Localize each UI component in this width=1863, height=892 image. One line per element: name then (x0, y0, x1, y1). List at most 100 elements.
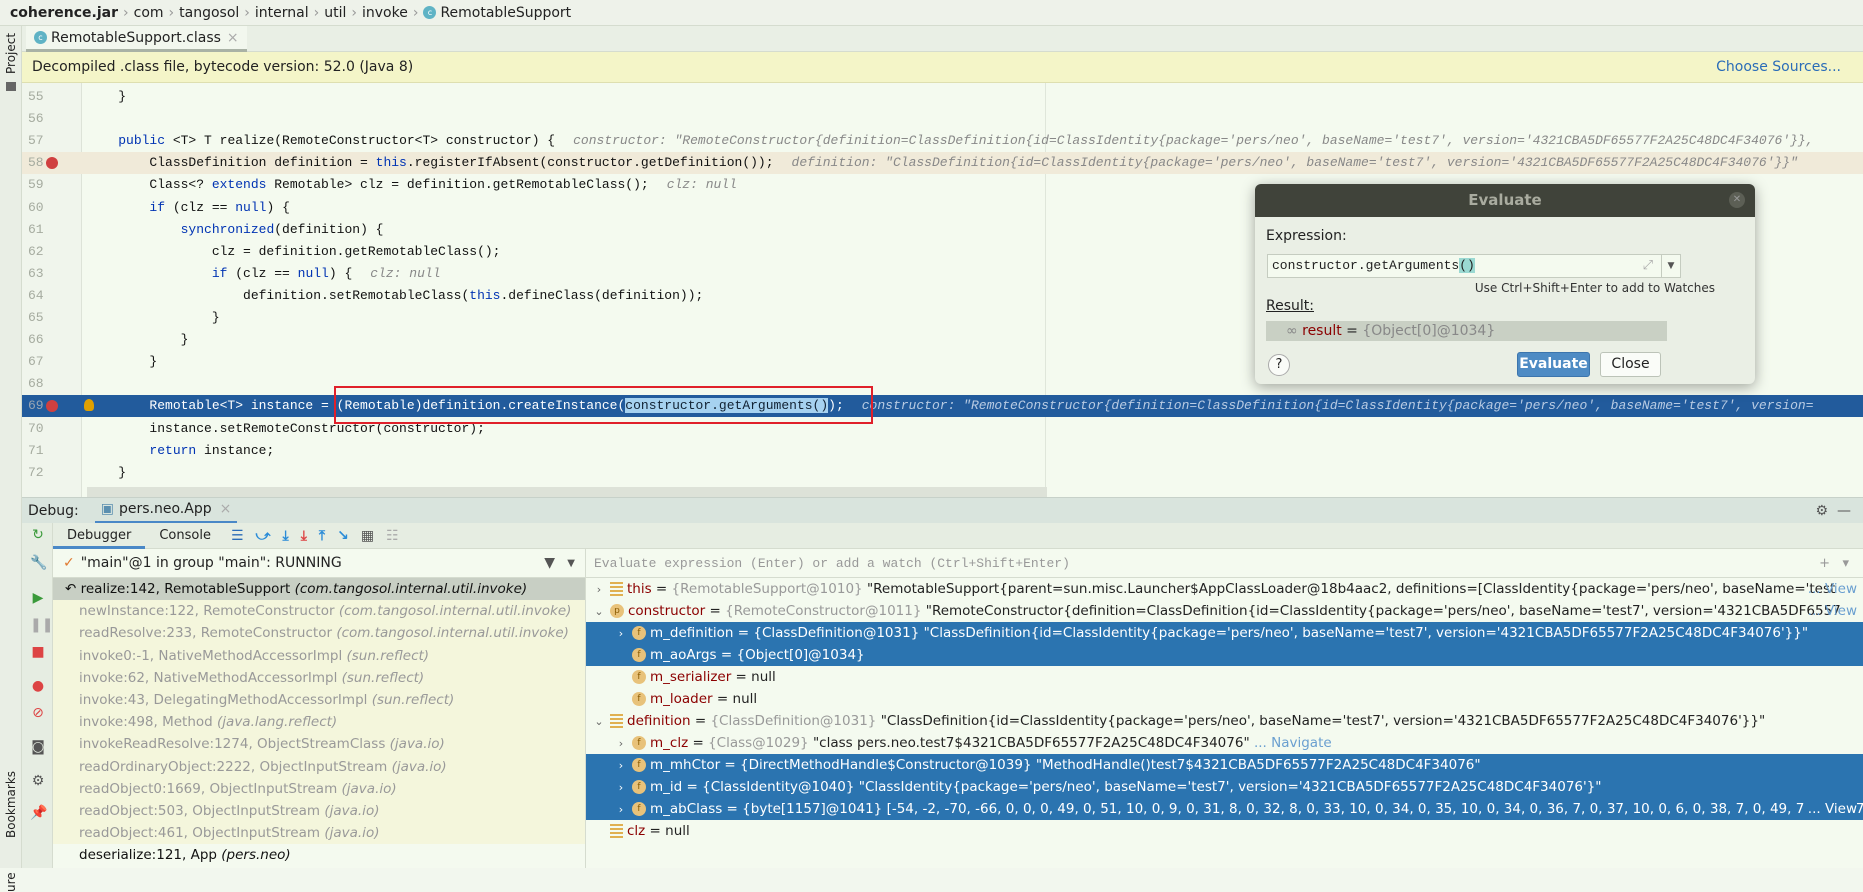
variable-row[interactable]: › this = {RemotableSupport@1010} "Remotab… (586, 578, 1863, 600)
code-line[interactable]: 57 public <T> T realize(RemoteConstructo… (22, 130, 1863, 152)
variable-row[interactable]: f m_serializer = null (586, 666, 1863, 688)
tab-console[interactable]: Console (145, 523, 225, 549)
filter-icon[interactable]: ▼ (544, 555, 555, 571)
stop-icon[interactable]: ■ (30, 644, 46, 660)
variable-row[interactable]: clz = null (586, 820, 1863, 842)
variable-row[interactable]: › f m_mhCtor = {DirectMethodHandle$Constru… (586, 754, 1863, 776)
variable-row[interactable]: ⌄ definition = {ClassDefinition@1031} "Cl… (586, 710, 1863, 732)
variable-row[interactable]: ⌄ p constructor = {RemoteConstructor@1011}… (586, 600, 1863, 622)
code-line[interactable]: 71 return instance; (22, 440, 1863, 462)
variable-row[interactable]: › f m_definition = {ClassDefinition@1031} … (586, 622, 1863, 644)
wrench-icon[interactable]: 🔧 (30, 555, 47, 571)
variable-row[interactable]: › f m_abClass = {byte[1157]@1041} [-54, -2… (586, 798, 1863, 820)
structure-tool-button[interactable]: ure (4, 872, 18, 892)
view-link[interactable]: ... View (1804, 578, 1857, 600)
stack-frame[interactable]: newInstance:122, RemoteConstructor (com.… (53, 600, 585, 623)
chevron-right-icon[interactable]: › (614, 777, 628, 798)
stack-frame[interactable]: invokeReadResolve:1274, ObjectStreamClas… (53, 733, 585, 756)
view-link[interactable]: ... View (1804, 600, 1857, 622)
layout-icon[interactable]: ☰ (231, 528, 244, 544)
trace-icon[interactable]: ☷ (386, 528, 399, 544)
breadcrumb-item[interactable]: invoke (362, 5, 408, 21)
stack-frame[interactable]: readOrdinaryObject:2222, ObjectInputStre… (53, 755, 585, 778)
mute-breakpoints-icon[interactable]: ⊘ (30, 705, 46, 721)
run-to-cursor-icon[interactable]: ↘ (337, 528, 349, 544)
choose-sources-link[interactable]: Choose Sources... (1716, 59, 1841, 75)
breadcrumb-item[interactable]: RemotableSupport (440, 5, 571, 21)
close-button[interactable]: Close (1600, 352, 1661, 377)
breadcrumb-item[interactable]: internal (255, 5, 309, 21)
view-breakpoints-icon[interactable]: ● (30, 678, 46, 694)
breadcrumb-item[interactable]: util (324, 5, 346, 21)
help-button[interactable]: ? (1268, 354, 1290, 376)
evaluate-expression-icon[interactable]: ▦ (361, 528, 374, 544)
history-dropdown[interactable]: ▼ (1662, 254, 1681, 278)
breadcrumb-item[interactable]: coherence.jar (10, 5, 118, 21)
code-line[interactable]: 58 ClassDefinition definition = this.reg… (22, 152, 1863, 175)
watch-input[interactable]: Evaluate expression (Enter) or add a wat… (586, 549, 1863, 578)
stack-frame[interactable]: readObject0:1669, ObjectInputStream (jav… (53, 777, 585, 800)
tab-debugger[interactable]: Debugger (53, 523, 146, 549)
inline-debug-value: clz: null (370, 265, 441, 281)
evaluate-button[interactable]: Evaluate (1517, 352, 1590, 377)
camera-icon[interactable]: ◙ (30, 739, 46, 755)
chevron-down-icon[interactable]: ⌄ (592, 601, 606, 622)
step-over-icon[interactable]: ⤓ (283, 528, 289, 544)
stack-frame[interactable]: readObject:461, ObjectInputStream (java.… (53, 822, 585, 845)
variable-row[interactable]: › f m_clz = {Class@1029} "class pers.neo.t… (586, 732, 1863, 754)
show-execution-point-icon[interactable]: ⤻ (256, 528, 271, 544)
tab-remotablesupport-class[interactable]: c RemotableSupport.class × (26, 26, 247, 52)
breadcrumb-item[interactable]: tangosol (179, 5, 239, 21)
chevron-right-icon[interactable]: › (614, 755, 628, 776)
stack-frame[interactable]: deserialize:121, App (pers.neo) (53, 844, 585, 867)
bookmarks-tool-button[interactable]: Bookmarks (4, 771, 18, 838)
chevron-right-icon[interactable]: › (592, 579, 606, 600)
chevron-right-icon[interactable]: › (614, 799, 628, 820)
navigate-link[interactable]: ... Navigate (1250, 735, 1332, 751)
stack-frame[interactable]: readObject:503, ObjectInputStream (java.… (53, 799, 585, 823)
session-label: pers.neo.App (119, 501, 212, 517)
chevron-right-icon[interactable]: › (614, 733, 628, 754)
result-row[interactable]: ∞ result = {Object[0]@1034} (1266, 321, 1667, 341)
chevron-down-icon[interactable]: ▼ (567, 558, 575, 569)
settings-icon[interactable]: ⚙ (30, 773, 46, 789)
close-dialog-icon[interactable]: ✕ (1729, 192, 1745, 208)
view-link[interactable]: ... View (1803, 798, 1857, 820)
stack-frame[interactable]: ↶ realize:142, RemotableSupport (com.tan… (53, 578, 585, 601)
tab-debug-session[interactable]: ▣ pers.neo.App × (94, 498, 238, 524)
pause-icon[interactable]: ❚❚ (30, 617, 53, 633)
rerun-icon[interactable]: ↻ (30, 527, 46, 543)
horizontal-scrollbar[interactable] (87, 487, 1047, 497)
pin-icon[interactable]: 📌 (30, 805, 47, 821)
step-into-icon[interactable]: ⤓ (301, 528, 307, 544)
variable-row[interactable]: › f m_id = {ClassIdentity@1040} "ClassIden… (586, 776, 1863, 798)
project-tool-button[interactable]: Project (4, 33, 18, 74)
stack-frame[interactable]: readResolve:233, RemoteConstructor (com.… (53, 622, 585, 645)
gear-icon[interactable]: ⚙ (1816, 503, 1829, 519)
stack-frame[interactable]: invoke:62, NativeMethodAccessorImpl (sun… (53, 666, 585, 689)
add-watch-icon[interactable]: + ▾ (1819, 549, 1849, 578)
code-line[interactable]: 72 } (22, 462, 1863, 484)
chevron-right-icon[interactable]: › (614, 623, 628, 644)
chevron-down-icon[interactable]: ⌄ (592, 711, 606, 732)
code-line[interactable]: 70 instance.setRemoteConstructor(constru… (22, 418, 1863, 440)
stack-frame[interactable]: invoke:43, DelegatingMethodAccessorImpl … (53, 688, 585, 712)
expression-input[interactable]: constructor.getArguments() ⤢ (1267, 254, 1662, 278)
minimize-icon[interactable]: — (1837, 503, 1851, 519)
variable-row[interactable]: f m_aoArgs = {Object[0]@1034} (586, 644, 1863, 666)
frame-package: (java.io) (324, 802, 380, 819)
stack-frame[interactable]: invoke0:-1, NativeMethodAccessorImpl (su… (53, 644, 585, 667)
code-line[interactable]: 56 (22, 108, 1863, 130)
expand-icon[interactable]: ⤢ (1643, 255, 1653, 277)
thread-selector[interactable]: ✓ "main"@1 in group "main": RUNNING ▼ ▼ (53, 549, 585, 578)
variable-row[interactable]: f m_loader = null (586, 688, 1863, 710)
stack-frame[interactable]: invoke:498, Method (java.lang.reflect) (53, 711, 585, 734)
step-out-icon[interactable]: ⤒ (319, 528, 325, 544)
code-line[interactable]: 55 } (22, 86, 1863, 108)
frame-package: (java.io) (341, 780, 397, 797)
close-session-icon[interactable]: × (220, 501, 232, 517)
resume-icon[interactable]: ▶ (30, 590, 46, 606)
code-line[interactable]: 69 Remotable<T> instance = (Remotable)de… (22, 395, 1863, 418)
close-tab-icon[interactable]: × (227, 30, 239, 46)
breadcrumb-item[interactable]: com (134, 5, 164, 21)
